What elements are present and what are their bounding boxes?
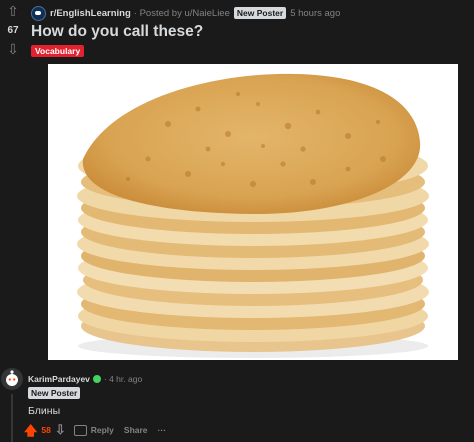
subreddit-icon[interactable]	[31, 5, 46, 21]
comment-bubble-icon[interactable]	[73, 424, 87, 436]
reply-button[interactable]: Reply	[91, 425, 114, 435]
post-score: 67	[7, 25, 19, 36]
posted-by[interactable]: · Posted by u/NaieLiee	[134, 8, 230, 19]
comment-actions: 🡅 58 ⇩ Reply Share ···	[24, 422, 166, 438]
post-time[interactable]: 5 hours ago	[290, 8, 340, 19]
post-vote-column: ⇧ 67 ⇩	[0, 0, 26, 56]
verified-icon	[92, 375, 101, 383]
thread-line[interactable]	[11, 394, 13, 442]
more-options-icon[interactable]: ···	[158, 425, 167, 435]
subreddit-link[interactable]: r/EnglishLearning	[50, 8, 131, 19]
post-image[interactable]	[48, 64, 458, 360]
post-flair[interactable]: Vocabulary	[31, 45, 85, 57]
comment-author-row: KarimPardayev · 4 hr. ago	[28, 374, 142, 384]
pancake-stack-illustration	[48, 64, 458, 360]
comment-author[interactable]: KarimPardayev	[28, 374, 90, 384]
comment-time[interactable]: · 4 hr. ago	[104, 374, 142, 384]
downvote-icon[interactable]: ⇩	[0, 42, 26, 56]
upvote-icon[interactable]: ⇧	[0, 4, 26, 18]
user-flair-badge: New Poster	[233, 7, 287, 19]
upvote-active-icon[interactable]: 🡅	[24, 424, 37, 437]
comment-score: 58	[41, 425, 51, 435]
post-title[interactable]: How do you call these?	[31, 23, 203, 41]
share-button[interactable]: Share	[124, 425, 148, 435]
downvote-icon[interactable]: ⇩	[55, 422, 66, 438]
comment-body: Блины	[28, 405, 61, 417]
comment-user-badge: New Poster	[28, 387, 81, 399]
comment-avatar[interactable]	[1, 368, 23, 390]
post-meta: r/EnglishLearning · Posted by u/NaieLiee…	[31, 5, 340, 21]
